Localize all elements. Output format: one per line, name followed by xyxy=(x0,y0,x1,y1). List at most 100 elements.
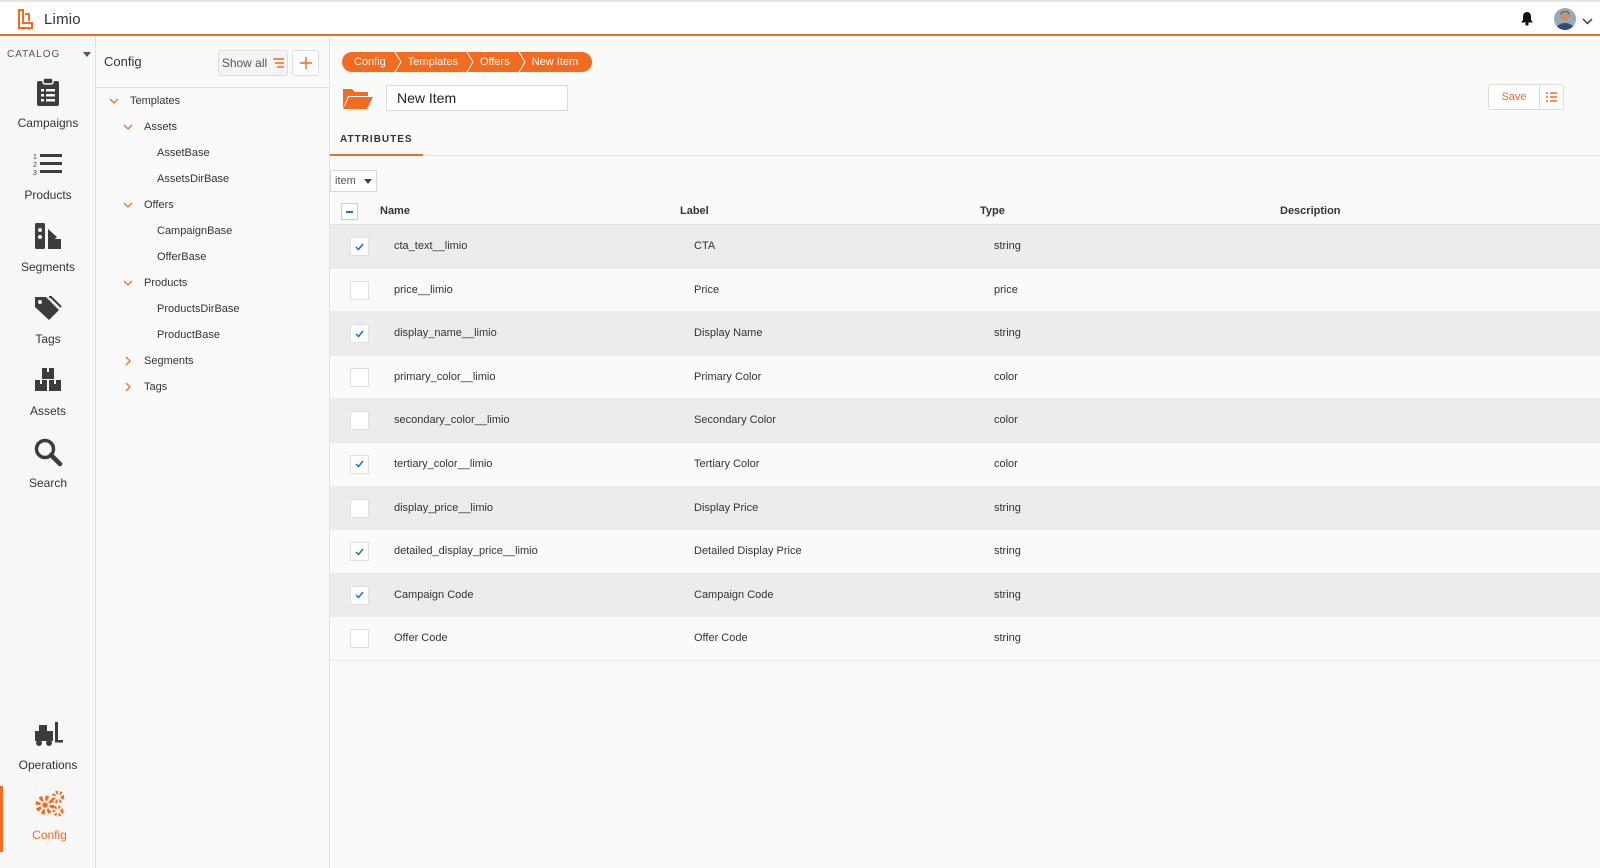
cell-name: price__limio xyxy=(394,283,453,296)
breadcrumb: Config Templates Offers New Item xyxy=(342,52,593,72)
table-row[interactable]: secondary_color__limio Secondary Color col… xyxy=(330,399,1600,443)
row-checkbox[interactable] xyxy=(350,542,369,562)
breadcrumb-config[interactable]: Config xyxy=(348,52,394,72)
tree-node-campaignbase[interactable]: CampaignBase xyxy=(157,221,232,241)
nav-item-campaigns[interactable]: Campaigns xyxy=(0,74,96,140)
nav-item-assets[interactable]: Assets xyxy=(0,362,96,428)
checkmark-icon xyxy=(355,460,364,469)
tree-node-label: AssetsDirBase xyxy=(157,173,230,185)
cell-type: color xyxy=(994,414,1018,427)
tree-node-tags[interactable]: Tags xyxy=(122,377,167,397)
nav-item-config[interactable]: Config xyxy=(0,786,96,852)
nav-label: Assets xyxy=(29,404,66,418)
tree-node-label: Offers xyxy=(144,199,174,211)
row-checkbox[interactable] xyxy=(350,411,369,431)
cell-name: detailed_display_price__limio xyxy=(394,545,538,558)
table-row[interactable]: detailed_display_price__limio Detailed Di… xyxy=(330,530,1600,574)
main-content: Config Templates Offers New Item Save AT… xyxy=(330,36,1600,868)
row-checkbox[interactable] xyxy=(350,280,369,300)
tab-bar: ATTRIBUTES xyxy=(330,128,1600,156)
checkmark-icon xyxy=(355,243,364,251)
plus-icon xyxy=(299,57,312,69)
top-bar: Limio xyxy=(0,0,1600,36)
table-row[interactable]: primary_color__limio Primary Color color xyxy=(330,356,1600,400)
cell-name: tertiary_color__limio xyxy=(394,457,493,470)
column-header-name[interactable]: Name xyxy=(380,205,410,217)
options-menu-button[interactable] xyxy=(1539,84,1564,110)
forklift-icon xyxy=(33,716,63,752)
nav-item-search[interactable]: Search xyxy=(0,434,96,500)
left-nav: CATALOG Campaigns 123 Products Segments … xyxy=(0,36,96,868)
item-name-input[interactable] xyxy=(386,85,568,111)
row-checkbox[interactable] xyxy=(350,629,369,649)
nav-item-operations[interactable]: Operations xyxy=(0,716,96,782)
table-body: cta_text__limio CTA string price__limio Pric… xyxy=(330,225,1600,661)
row-checkbox[interactable] xyxy=(350,498,369,518)
catalog-dropdown[interactable]: CATALOG xyxy=(7,46,91,62)
svg-text:1: 1 xyxy=(33,154,37,161)
tree-node-products[interactable]: Products xyxy=(122,273,187,293)
item-filter-select[interactable]: item xyxy=(330,170,377,192)
column-header-label[interactable]: Label xyxy=(680,205,709,217)
cell-type: string xyxy=(994,327,1021,340)
attributes-table: Name Label Type Description cta_text__li… xyxy=(330,199,1600,661)
cell-label: Offer Code xyxy=(694,632,748,645)
row-checkbox[interactable] xyxy=(350,367,369,387)
tree-node-assetbase[interactable]: AssetBase xyxy=(157,143,210,163)
table-row[interactable]: cta_text__limio CTA string xyxy=(330,225,1600,269)
save-button[interactable]: Save xyxy=(1488,84,1540,110)
tree-node-assetsdirbase[interactable]: AssetsDirBase xyxy=(157,169,229,189)
filter-lines-icon xyxy=(273,58,285,68)
tree-node-offerbase[interactable]: OfferBase xyxy=(157,247,206,267)
tree-node-label: ProductBase xyxy=(157,329,220,341)
add-button[interactable] xyxy=(292,50,319,76)
table-row[interactable]: display_price__limio Display Price string xyxy=(330,486,1600,531)
svg-text:3: 3 xyxy=(33,170,37,177)
row-checkbox[interactable] xyxy=(350,237,369,256)
table-row[interactable]: Offer Code Offer Code string xyxy=(330,617,1600,661)
app-logo[interactable]: Limio xyxy=(16,8,81,30)
tree-node-productbase[interactable]: ProductBase xyxy=(157,325,220,345)
table-row[interactable]: Campaign Code Campaign Code string xyxy=(330,573,1600,618)
caret-down-icon xyxy=(83,51,91,57)
nav-item-products[interactable]: 123 Products xyxy=(0,146,96,212)
breadcrumb-templates[interactable]: Templates xyxy=(402,52,466,72)
cell-type: string xyxy=(994,501,1021,514)
chevron-down-icon[interactable] xyxy=(1582,14,1593,28)
cell-type: string xyxy=(994,545,1021,558)
show-all-button[interactable]: Show all xyxy=(218,50,288,76)
list-icon: 123 xyxy=(33,146,63,182)
catalog-label: CATALOG xyxy=(7,48,61,60)
tree-node-assets[interactable]: Assets xyxy=(122,117,177,137)
tree-title: Config xyxy=(104,54,142,69)
cell-label: Display Name xyxy=(694,327,763,340)
row-checkbox[interactable] xyxy=(350,454,369,474)
folder-open-icon xyxy=(342,86,374,113)
breadcrumb-separator-icon xyxy=(466,52,474,72)
tree-node-segments[interactable]: Segments xyxy=(122,351,194,371)
cell-type: string xyxy=(994,240,1021,252)
chevron-down-icon xyxy=(122,199,134,211)
table-row[interactable]: display_name__limio Display Name string xyxy=(330,312,1600,356)
tree-node-offers[interactable]: Offers xyxy=(122,195,174,215)
table-row[interactable]: tertiary_color__limio Tertiary Color color xyxy=(330,443,1600,487)
row-checkbox[interactable] xyxy=(350,585,369,605)
row-checkbox[interactable] xyxy=(350,324,369,344)
breadcrumb-offers[interactable]: Offers xyxy=(474,52,518,72)
avatar[interactable] xyxy=(1554,8,1576,30)
filter-selected-value: item xyxy=(335,175,356,187)
tree-node-templates[interactable]: Templates xyxy=(108,91,180,111)
column-header-type[interactable]: Type xyxy=(980,205,1005,217)
cell-name: primary_color__limio xyxy=(394,370,496,383)
nav-item-tags[interactable]: Tags xyxy=(0,290,96,356)
nav-item-segments[interactable]: Segments xyxy=(0,218,96,284)
breadcrumb-new-item[interactable]: New Item xyxy=(526,52,586,72)
bell-icon[interactable] xyxy=(1520,11,1534,29)
tree-node-productsdirbase[interactable]: ProductsDirBase xyxy=(157,299,240,319)
limio-logo-icon xyxy=(18,9,33,29)
column-header-description[interactable]: Description xyxy=(1280,205,1341,217)
table-row[interactable]: price__limio Price price xyxy=(330,269,1600,313)
cell-type: color xyxy=(994,370,1018,383)
select-all-checkbox[interactable] xyxy=(341,203,358,220)
tab-attributes[interactable]: ATTRIBUTES xyxy=(330,128,423,156)
